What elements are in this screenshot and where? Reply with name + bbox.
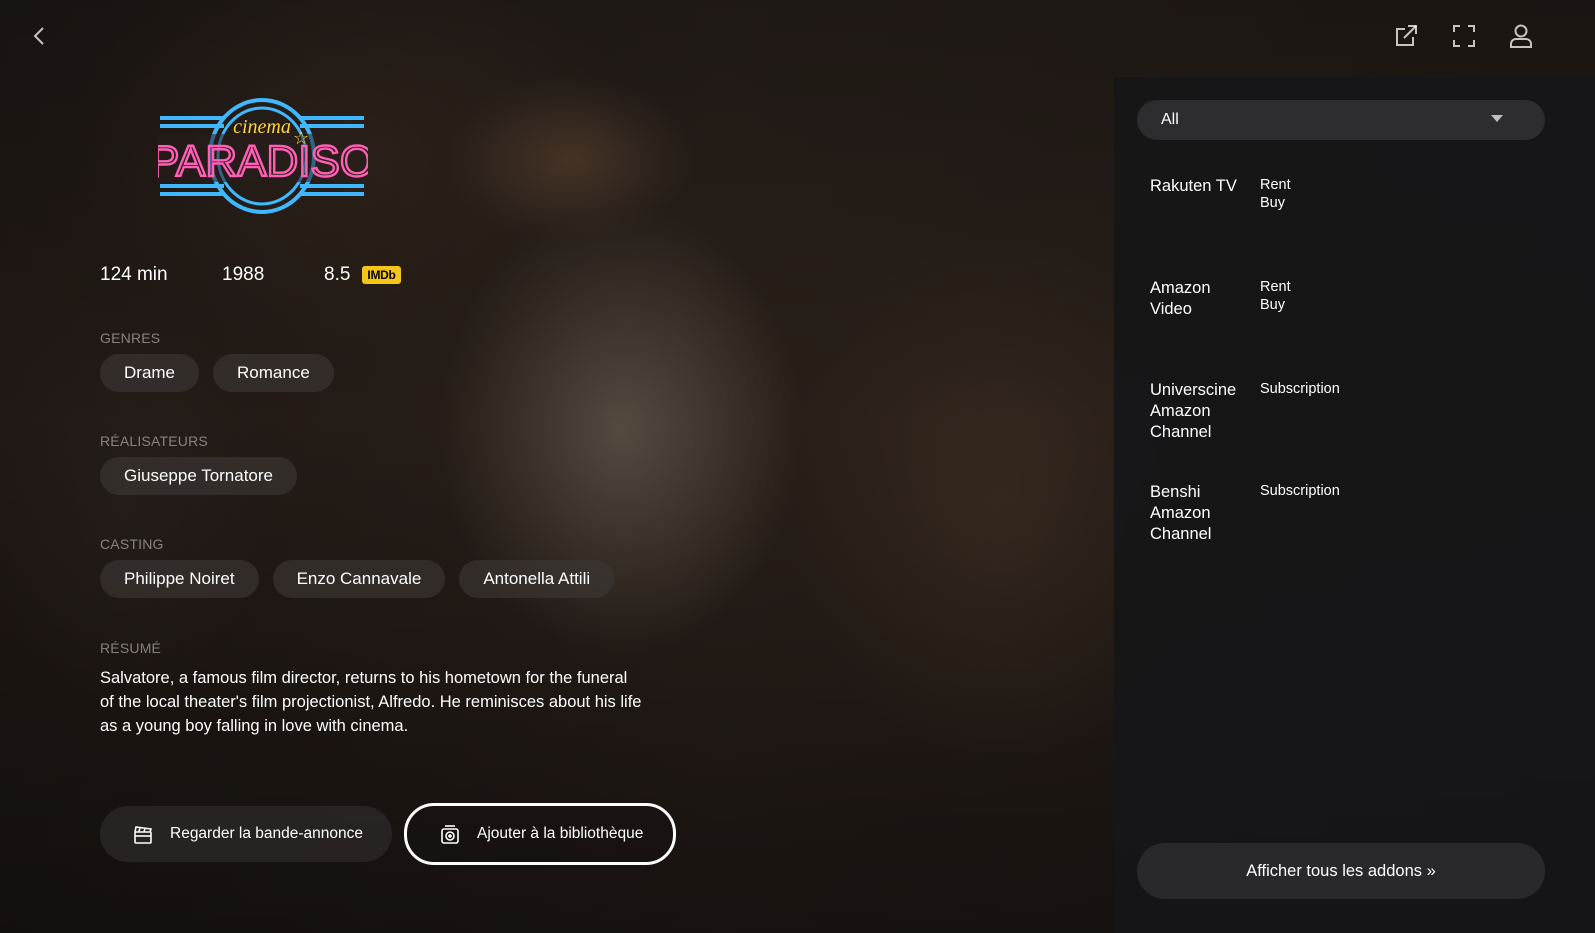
directors-list: Giuseppe Tornatore xyxy=(100,457,298,495)
open-external-button[interactable] xyxy=(1388,20,1424,56)
watch-trailer-label: Regarder la bande-annonce xyxy=(170,825,364,842)
stream-provider-name: Benshi Amazon Channel xyxy=(1150,483,1212,543)
stream-offer: Rent xyxy=(1260,279,1291,295)
streams-panel: All Rakuten TV Rent Buy Amazon Video Ren… xyxy=(1114,77,1595,933)
chevron-left-icon xyxy=(29,25,51,52)
cast-chip[interactable]: Antonella Attili xyxy=(459,560,615,598)
clapperboard-icon xyxy=(132,823,154,845)
logo-subtitle: cinema xyxy=(233,116,291,138)
stream-offers: Rent Buy xyxy=(1260,176,1291,212)
stream-offers: Subscription xyxy=(1260,482,1340,545)
stream-offer: Buy xyxy=(1260,297,1285,313)
stream-provider-name: Amazon Video xyxy=(1150,279,1211,318)
cast-list: Philippe Noiret Enzo Cannavale Antonella… xyxy=(100,560,615,598)
fullscreen-button[interactable] xyxy=(1446,20,1482,56)
add-to-library-button[interactable]: Ajouter à la bibliothèque xyxy=(404,803,676,865)
external-link-icon xyxy=(1393,23,1419,54)
stream-item[interactable]: Rakuten TV Rent Buy xyxy=(1150,176,1291,212)
stream-offer: Rent xyxy=(1260,177,1291,193)
movie-meta: 124 min 1988 8.5 IMDb xyxy=(100,264,401,286)
cast-chip[interactable]: Enzo Cannavale xyxy=(272,560,446,598)
director-chip[interactable]: Giuseppe Tornatore xyxy=(100,457,298,495)
stream-item[interactable]: Amazon Video Rent Buy xyxy=(1150,278,1291,320)
back-button[interactable] xyxy=(22,20,58,56)
stream-item[interactable]: Benshi Amazon Channel Subscription xyxy=(1150,482,1340,545)
user-icon xyxy=(1508,23,1534,54)
imdb-rating: 8.5 xyxy=(324,264,351,285)
stream-filter-value: All xyxy=(1161,111,1179,128)
cast-label: CASTING xyxy=(100,536,164,552)
genres-label: GENRES xyxy=(100,330,161,346)
genre-chip[interactable]: Romance xyxy=(213,354,334,392)
stream-provider-name: Universcine Amazon Channel xyxy=(1150,381,1237,441)
stream-item[interactable]: Universcine Amazon Channel Subscription xyxy=(1150,380,1340,443)
runtime: 124 min xyxy=(100,264,168,285)
caret-down-icon xyxy=(1491,115,1503,122)
summary-text: Salvatore, a famous film director, retur… xyxy=(100,669,642,735)
stream-provider-name: Rakuten TV xyxy=(1150,177,1237,195)
star-icon: ☆ xyxy=(293,128,309,148)
cast-chip[interactable]: Philippe Noiret xyxy=(100,560,259,598)
directors-label: RÉALISATEURS xyxy=(100,433,208,449)
movie-logo: cinema PARADISO ☆ xyxy=(149,92,375,222)
add-to-library-icon xyxy=(439,823,461,845)
watch-trailer-button[interactable]: Regarder la bande-annonce xyxy=(100,806,392,862)
stream-offer: Buy xyxy=(1260,195,1285,211)
fullscreen-icon xyxy=(1452,24,1476,53)
stream-filter-dropdown[interactable]: All xyxy=(1137,100,1545,140)
genre-chip[interactable]: Drame xyxy=(100,354,200,392)
stream-offers: Subscription xyxy=(1260,380,1340,443)
stream-offer: Subscription xyxy=(1260,381,1340,397)
logo-title: PARADISO xyxy=(158,137,368,186)
imdb-badge[interactable]: IMDb xyxy=(362,266,401,284)
summary-label: RÉSUMÉ xyxy=(100,640,162,656)
genres-list: Drame Romance xyxy=(100,354,334,392)
show-all-addons-button[interactable]: Afficher tous les addons » xyxy=(1137,843,1545,899)
stream-offer: Subscription xyxy=(1260,483,1340,499)
stream-offers: Rent Buy xyxy=(1260,278,1291,320)
profile-button[interactable] xyxy=(1503,20,1539,56)
add-to-library-label: Ajouter à la bibliothèque xyxy=(477,825,644,842)
release-year: 1988 xyxy=(222,264,265,285)
